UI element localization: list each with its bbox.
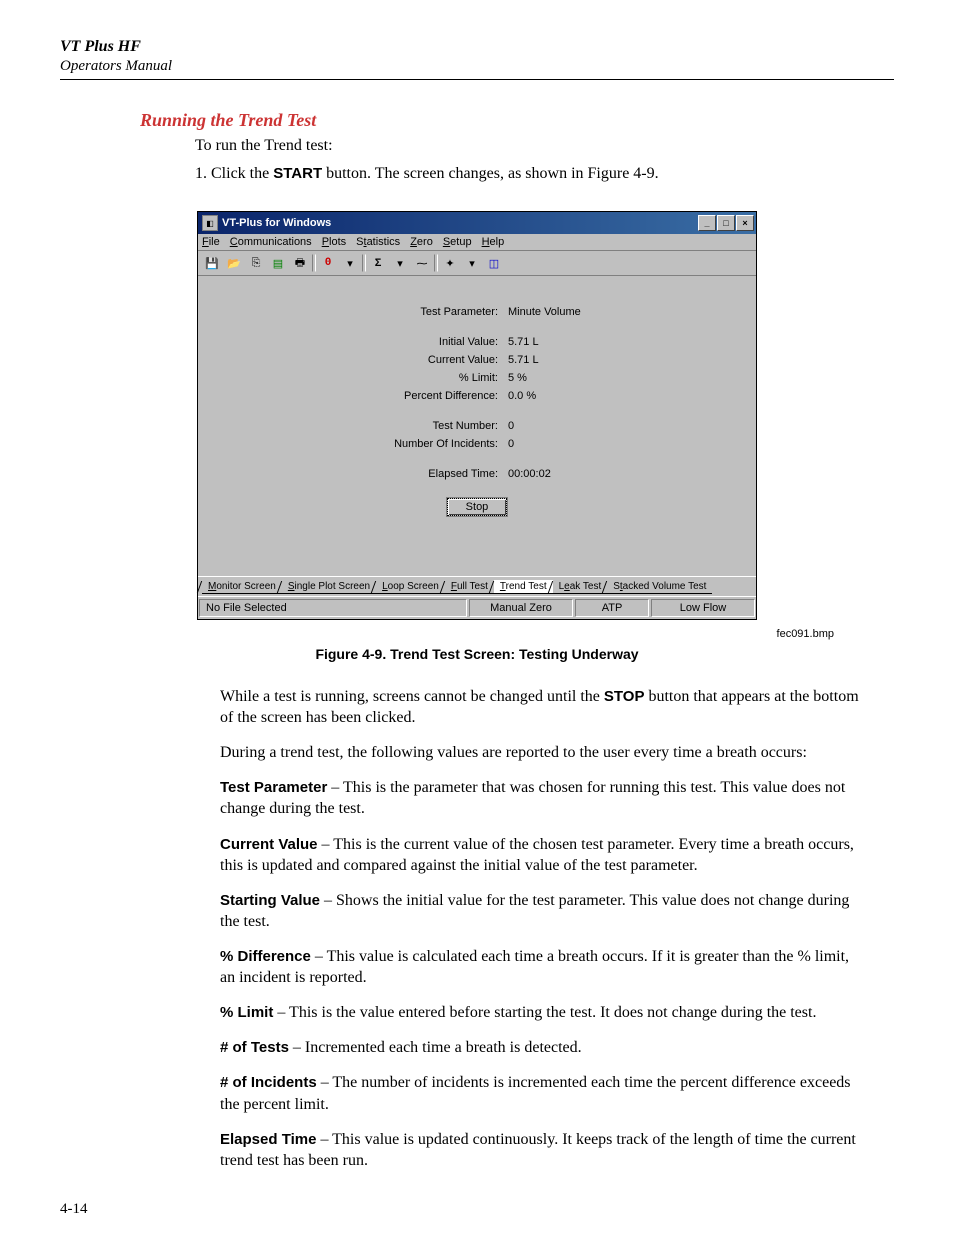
- minimize-button[interactable]: _: [698, 215, 716, 231]
- step-suffix: button. The screen changes, as shown in …: [322, 165, 659, 182]
- toolbar-separator: [434, 254, 438, 272]
- para-num-incidents: # of Incidents – The number of incidents…: [220, 1072, 859, 1114]
- num-incidents-label: Number Of Incidents:: [198, 438, 508, 450]
- window-body: Test Parameter: Minute Volume Initial Va…: [198, 276, 756, 576]
- elapsed-label: Elapsed Time:: [198, 468, 508, 480]
- menu-setup[interactable]: Setup: [443, 236, 472, 248]
- close-button[interactable]: ×: [736, 215, 754, 231]
- tab-monitor-screen[interactable]: Monitor Screen: [202, 580, 282, 594]
- status-flow: Low Flow: [651, 599, 755, 617]
- zero-icon[interactable]: 0: [318, 253, 338, 273]
- pct-diff-value: 0.0 %: [508, 390, 536, 402]
- toolbar-separator: [312, 254, 316, 272]
- intro-text: To run the Trend test:: [195, 137, 894, 155]
- tab-loop-screen[interactable]: Loop Screen: [376, 580, 445, 594]
- status-bar: No File Selected Manual Zero ATP Low Flo…: [198, 596, 756, 619]
- para-pct-difference: % Difference – This value is calculated …: [220, 946, 859, 988]
- menu-zero[interactable]: Zero: [410, 236, 433, 248]
- para-num-tests: # of Tests – Incremented each time a bre…: [220, 1037, 859, 1058]
- tab-stacked-volume-test[interactable]: Stacked Volume Test: [607, 580, 712, 594]
- num-incidents-value: 0: [508, 438, 514, 450]
- stop-keyword: STOP: [604, 688, 645, 705]
- window-title: VT-Plus for Windows: [222, 217, 697, 229]
- menubar: File Communications Plots Statistics Zer…: [198, 234, 756, 251]
- data-icon[interactable]: ▤: [268, 253, 288, 273]
- bmp-filename: fec091.bmp: [74, 628, 834, 640]
- initial-value-value: 5.71 L: [508, 336, 539, 348]
- pct-limit-label: % Limit:: [198, 372, 508, 384]
- status-file: No File Selected: [199, 599, 467, 617]
- menu-file[interactable]: File: [202, 236, 220, 248]
- tab-trend-test[interactable]: Trend Test: [494, 580, 553, 594]
- status-atp: ATP: [575, 599, 649, 617]
- print-icon[interactable]: 🖶: [290, 253, 310, 273]
- stop-button[interactable]: Stop: [447, 498, 507, 516]
- header-subtitle: Operators Manual: [60, 58, 894, 75]
- titlebar: ◧ VT-Plus for Windows _ □ ×: [198, 212, 756, 234]
- test-number-value: 0: [508, 420, 514, 432]
- para-starting-value: Starting Value – Shows the initial value…: [220, 890, 859, 932]
- marker-icon[interactable]: ✦: [440, 253, 460, 273]
- para-elapsed-time: Elapsed Time – This value is updated con…: [220, 1129, 859, 1171]
- sigma-icon[interactable]: Σ: [368, 253, 388, 273]
- copy-icon[interactable]: ⎘: [246, 253, 266, 273]
- open-icon[interactable]: 📂: [224, 253, 244, 273]
- para-pct-limit: % Limit – This is the value entered befo…: [220, 1002, 859, 1023]
- step-1: 1. Click the START button. The screen ch…: [195, 165, 894, 183]
- toolbar: 💾 📂 ⎘ ▤ 🖶 0 ▾ Σ ▾ ⁓ ✦ ▾ ◫: [198, 251, 756, 276]
- para-running: While a test is running, screens cannot …: [220, 686, 859, 728]
- test-parameter-value: Minute Volume: [508, 306, 581, 318]
- figure-caption: Figure 4-9. Trend Test Screen: Testing U…: [60, 646, 894, 662]
- test-number-label: Test Number:: [198, 420, 508, 432]
- start-keyword: START: [273, 165, 322, 182]
- maximize-button[interactable]: □: [717, 215, 735, 231]
- para-current-value: Current Value – This is the current valu…: [220, 834, 859, 876]
- pct-diff-label: Percent Difference:: [198, 390, 508, 402]
- page-number: 4-14: [60, 1201, 894, 1218]
- para-test-parameter: Test Parameter – This is the parameter t…: [220, 777, 859, 819]
- event-icon[interactable]: ◫: [484, 253, 504, 273]
- tab-full-test[interactable]: Full Test: [445, 580, 494, 594]
- page-header: VT Plus HF Operators Manual: [60, 38, 894, 80]
- dropdown-icon[interactable]: ▾: [340, 253, 360, 273]
- pct-limit-value: 5 %: [508, 372, 527, 384]
- tab-single-plot-screen[interactable]: Single Plot Screen: [282, 580, 376, 594]
- status-zero: Manual Zero: [469, 599, 573, 617]
- app-window: ◧ VT-Plus for Windows _ □ × File Communi…: [197, 211, 757, 620]
- initial-value-label: Initial Value:: [198, 336, 508, 348]
- section-title: Running the Trend Test: [140, 110, 894, 131]
- signal-icon[interactable]: ⁓: [412, 253, 432, 273]
- step-prefix: 1. Click the: [195, 165, 273, 182]
- elapsed-value: 00:00:02: [508, 468, 551, 480]
- toolbar-separator: [362, 254, 366, 272]
- menu-communications[interactable]: Communications: [230, 236, 312, 248]
- dropdown-icon[interactable]: ▾: [462, 253, 482, 273]
- tab-leak-test[interactable]: Leak Test: [553, 580, 608, 594]
- menu-plots[interactable]: Plots: [322, 236, 346, 248]
- current-value-value: 5.71 L: [508, 354, 539, 366]
- menu-statistics[interactable]: Statistics: [356, 236, 400, 248]
- menu-help[interactable]: Help: [482, 236, 505, 248]
- tab-bar: Monitor Screen Single Plot Screen Loop S…: [198, 576, 756, 596]
- para-during: During a trend test, the following value…: [220, 742, 859, 763]
- header-title: VT Plus HF: [60, 38, 894, 56]
- test-parameter-label: Test Parameter:: [198, 306, 508, 318]
- dropdown-icon[interactable]: ▾: [390, 253, 410, 273]
- current-value-label: Current Value:: [198, 354, 508, 366]
- save-icon[interactable]: 💾: [202, 253, 222, 273]
- app-icon: ◧: [202, 215, 218, 231]
